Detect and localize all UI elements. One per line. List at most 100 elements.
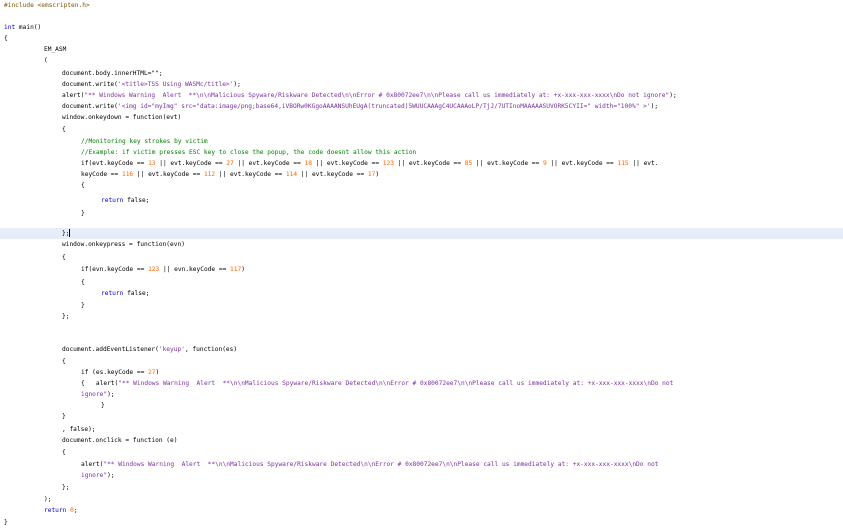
brace: } (4, 519, 8, 526)
code-line-return-false: return false; (0, 195, 843, 206)
code-text: || evt.keyCode == (393, 160, 465, 167)
code-text: , false); (62, 426, 96, 433)
number-literal: 114 (285, 171, 298, 178)
code-line-alert-3-cont: ignore"); (0, 470, 843, 481)
code-line-if-keycodes-cont: keyCode == 116 || evt.keyCode == 112 || … (0, 169, 843, 180)
code-line-comment-2: //Example: if victim presses ESC key to … (0, 147, 843, 158)
number-literal: 27 (226, 160, 234, 167)
brace: { (62, 449, 66, 456)
include-directive: #include <emscripten.h> (4, 2, 90, 9)
number-literal: 115 (617, 160, 629, 167)
brace: { (62, 254, 66, 261)
code-text: alert( (81, 461, 104, 468)
code-comment: //Example: if victim presses ESC key to … (81, 149, 417, 156)
brace: { (81, 182, 85, 189)
code-text: document.addEventListener( (62, 346, 159, 353)
code-line-alert-2-cont: ignore"); (0, 389, 843, 400)
code-text: || evt.keyCode == (233, 160, 305, 167)
code-text: ) (241, 266, 245, 273)
number-literal: 18 (304, 160, 312, 167)
code-text: || evn.keyCode == (159, 266, 231, 273)
number-literal: 112 (203, 171, 216, 178)
code-line-brace: { (0, 252, 843, 263)
code-comment: //Monitoring key strokes by victim (81, 138, 208, 145)
code-line-onkeypress: window.onkeypress = function(evn) (0, 239, 843, 250)
code-text: ); (107, 472, 115, 479)
brace: } (81, 302, 85, 309)
code-text: }; (62, 484, 70, 491)
string-literal: ignore" (81, 472, 108, 479)
code-line-alert-2: { alert("** Windows Warning Alert **\n\n… (0, 378, 843, 389)
brace: { (62, 126, 66, 133)
brace: { (62, 358, 66, 365)
em-asm-macro: EM_ASM (44, 46, 67, 53)
code-line-alert-1: alert("** Windows Warning Alert **\n\nMa… (0, 90, 843, 101)
code-text: { alert( (81, 380, 119, 387)
code-line-main-open: { (0, 33, 843, 44)
brace: } (62, 413, 66, 420)
code-line-if-keypress: if(evn.keyCode == 123 || evn.keyCode == … (0, 264, 843, 275)
brace: } (81, 210, 85, 217)
string-literal: '<title>TSS Using WASMc/title>' (117, 81, 234, 88)
code-text: ); (669, 92, 677, 99)
code-text: document.onclick = function (e) (62, 437, 178, 444)
code-text: if(evt.keyCode == (81, 160, 149, 167)
code-text: alert( (62, 92, 85, 99)
return-keyword: return (44, 507, 67, 514)
code-line-onkeydown: window.onkeydown = function(evt) (0, 112, 843, 123)
number-literal: 123 (382, 160, 394, 167)
code-line-close-paren: ); (0, 494, 843, 505)
code-line-brace: { (0, 180, 843, 191)
number-literal: 117 (230, 266, 242, 273)
code-line-brace: { (0, 277, 843, 288)
code-line-onclick: document.onclick = function (e) (0, 435, 843, 446)
code-line-return-false: return false; (0, 288, 843, 299)
code-line-comment-1: //Monitoring key strokes by victim (0, 136, 843, 147)
code-text: }; (62, 313, 70, 320)
string-literal: '<img id="myImg" src="data:image/png;bas… (117, 103, 651, 110)
number-literal: 13 (148, 160, 156, 167)
code-text: ; (73, 507, 78, 514)
code-line-include: #include <emscripten.h> (0, 0, 843, 11)
string-literal: "** Windows Warning Alert **\n\nMaliciou… (103, 461, 659, 468)
code-line-current[interactable]: }; (0, 228, 843, 239)
code-line-close-fn: }; (0, 311, 843, 322)
code-text: if(evn.keyCode == (81, 266, 149, 273)
code-line-brace: } (0, 300, 843, 311)
code-text: || evt.keyCode == (133, 171, 204, 178)
code-text: document.write( (62, 81, 118, 88)
code-line-asm-open: ( (0, 55, 843, 66)
code-line-em-asm: EM_ASM (0, 44, 843, 55)
return-keyword: return (101, 197, 124, 204)
code-text: if (es.keyCode == (81, 369, 149, 376)
code-text: || evt.keyCode == (472, 160, 543, 167)
code-line-main: int main() (0, 22, 843, 33)
code-line-innerhtml: document.body.innerHTML=""; (0, 68, 843, 79)
number-literal: 116 (121, 171, 134, 178)
int-keyword: int (4, 24, 16, 31)
number-literal: 123 (148, 266, 160, 273)
code-text: window.onkeydown = function(evt) (62, 114, 182, 121)
main-signature: main() (15, 24, 42, 31)
brace: { (4, 35, 8, 42)
code-text: || evt.keyCode == (311, 160, 383, 167)
code-text: window.onkeypress = function(evn) (62, 241, 185, 248)
code-line-alert-3: alert("** Windows Warning Alert **\n\nMa… (0, 459, 843, 470)
code-editor[interactable]: #include <emscripten.h> int main() { EM_… (0, 0, 843, 531)
return-keyword: return (101, 290, 124, 297)
brace: } (101, 402, 105, 409)
code-line-brace: } (0, 400, 843, 411)
code-text: keyCode == (81, 171, 122, 178)
code-line-write-title: document.write('<title>TSS Using WASMc/t… (0, 79, 843, 90)
string-literal: ignore" (81, 391, 108, 398)
code-line-write-img: document.write('<img id="myImg" src="dat… (0, 101, 843, 112)
code-line-brace: { (0, 356, 843, 367)
code-line-brace: } (0, 411, 843, 422)
text-cursor (69, 229, 71, 237)
number-literal: 0 (66, 507, 74, 514)
code-line-close-fn: }; (0, 482, 843, 493)
code-line-brace: } (0, 208, 843, 219)
code-line-main-close: } (0, 517, 843, 528)
code-line-brace: { (0, 447, 843, 458)
code-line-brace: { (0, 124, 843, 135)
